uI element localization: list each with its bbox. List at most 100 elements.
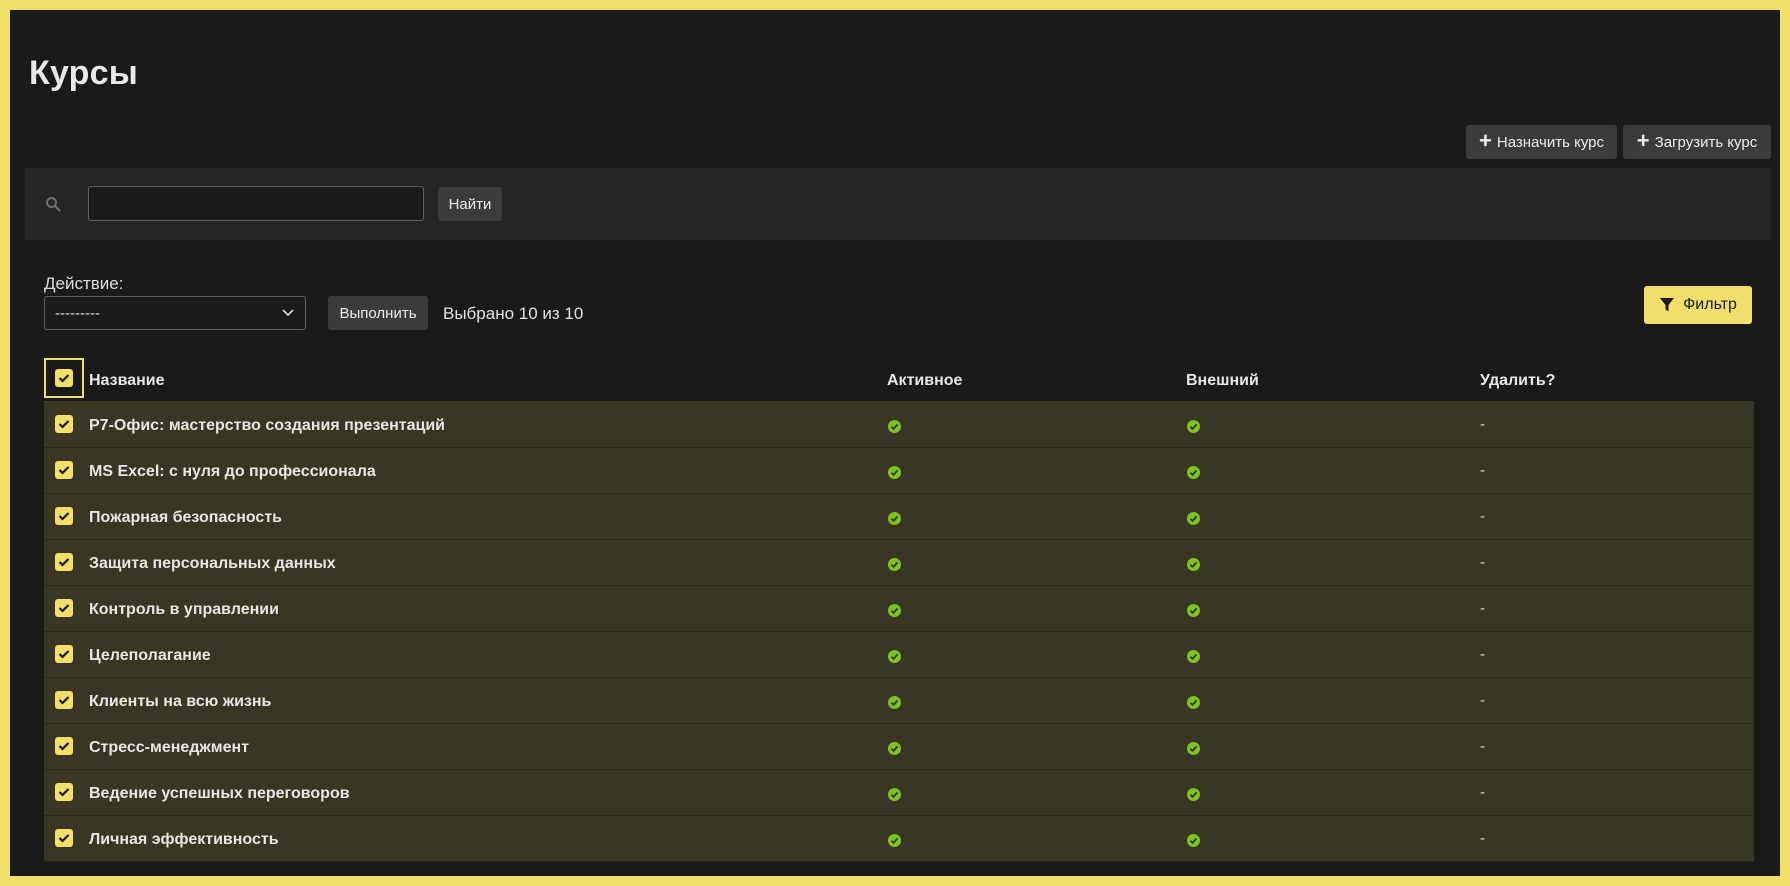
course-name-link[interactable]: MS Excel: с нуля до профессионала <box>89 463 376 481</box>
upload-course-button[interactable]: + Загрузить курс <box>1623 125 1771 159</box>
check-circle-icon <box>1187 558 1200 571</box>
course-name-link[interactable]: Р7-Офис: мастерство создания презентаций <box>89 417 445 435</box>
search-icon <box>46 197 61 212</box>
courses-table: Название Активное Внешний Удалить? Р7-Оф… <box>44 358 1754 862</box>
table-row[interactable]: Клиенты на всю жизнь - <box>44 678 1754 724</box>
select-all-checkbox-box <box>55 369 73 387</box>
course-name-link[interactable]: Пожарная безопасность <box>89 509 282 527</box>
action-select[interactable]: --------- <box>44 296 306 330</box>
check-circle-icon <box>1187 466 1200 479</box>
delete-cell: - <box>1480 830 1485 847</box>
search-button[interactable]: Найти <box>438 187 502 221</box>
check-icon <box>58 420 70 429</box>
check-circle-icon <box>1187 742 1200 755</box>
check-icon <box>58 466 70 475</box>
row-checkbox[interactable] <box>55 645 73 663</box>
selection-counter: Выбрано 10 из 10 <box>443 304 584 323</box>
row-checkbox[interactable] <box>55 691 73 709</box>
row-checkbox[interactable] <box>55 829 73 847</box>
check-circle-icon <box>1187 834 1200 847</box>
check-circle-icon <box>888 788 901 801</box>
table-row[interactable]: Целеполагание - <box>44 632 1754 678</box>
check-circle-icon <box>1187 604 1200 617</box>
check-icon <box>58 374 70 383</box>
check-circle-icon <box>888 696 901 709</box>
column-header-name[interactable]: Название <box>89 372 165 390</box>
table-row[interactable]: Контроль в управлении - <box>44 586 1754 632</box>
app-frame: Курсы + Назначить курс + Загрузить курс … <box>10 10 1780 876</box>
course-name-link[interactable]: Контроль в управлении <box>89 601 279 619</box>
upload-course-label: Загрузить курс <box>1654 133 1758 151</box>
column-header-external[interactable]: Внешний <box>1186 372 1259 390</box>
chevron-down-icon <box>282 309 294 317</box>
page-title: Курсы <box>29 54 138 92</box>
check-circle-icon <box>888 466 901 479</box>
check-icon <box>58 558 70 567</box>
run-action-button[interactable]: Выполнить <box>328 296 428 330</box>
assign-course-label: Назначить курс <box>1496 133 1604 151</box>
delete-cell: - <box>1480 508 1485 525</box>
delete-cell: - <box>1480 600 1485 617</box>
delete-cell: - <box>1480 462 1485 479</box>
check-circle-icon <box>888 512 901 525</box>
table-row[interactable]: Стресс-менеджмент - <box>44 724 1754 770</box>
table-header: Название Активное Внешний Удалить? <box>44 358 1754 402</box>
check-circle-icon <box>888 558 901 571</box>
filter-label: Фильтр <box>1683 296 1737 313</box>
table-row[interactable]: Ведение успешных переговоров - <box>44 770 1754 816</box>
filter-icon <box>1660 298 1675 312</box>
check-icon <box>58 788 70 797</box>
course-name-link[interactable]: Личная эффективность <box>89 831 279 849</box>
table-row[interactable]: MS Excel: с нуля до профессионала - <box>44 448 1754 494</box>
check-icon <box>58 742 70 751</box>
course-name-link[interactable]: Защита персональных данных <box>89 555 336 573</box>
plus-icon: + <box>1479 128 1492 153</box>
course-name-link[interactable]: Ведение успешных переговоров <box>89 785 350 803</box>
delete-cell: - <box>1480 738 1485 755</box>
row-checkbox[interactable] <box>55 415 73 433</box>
table-row[interactable]: Личная эффективность - <box>44 816 1754 862</box>
check-circle-icon <box>1187 650 1200 663</box>
row-checkbox[interactable] <box>55 737 73 755</box>
check-icon <box>58 512 70 521</box>
column-header-delete: Удалить? <box>1480 372 1556 389</box>
check-circle-icon <box>888 834 901 847</box>
filter-button[interactable]: Фильтр <box>1644 286 1752 324</box>
table-row[interactable]: Защита персональных данных - <box>44 540 1754 586</box>
plus-icon: + <box>1636 128 1650 153</box>
delete-cell: - <box>1480 416 1485 433</box>
check-circle-icon <box>888 742 901 755</box>
search-input[interactable] <box>88 186 424 221</box>
delete-cell: - <box>1480 646 1485 663</box>
delete-cell: - <box>1480 692 1485 709</box>
delete-cell: - <box>1480 784 1485 801</box>
action-select-value: --------- <box>55 304 100 322</box>
check-icon <box>58 834 70 843</box>
check-icon <box>58 604 70 613</box>
check-circle-icon <box>1187 512 1200 525</box>
column-header-active[interactable]: Активное <box>887 372 962 390</box>
assign-course-button[interactable]: + Назначить курс <box>1466 125 1617 159</box>
check-circle-icon <box>888 420 901 433</box>
check-circle-icon <box>888 650 901 663</box>
table-row[interactable]: Р7-Офис: мастерство создания презентаций… <box>44 402 1754 448</box>
check-circle-icon <box>1187 788 1200 801</box>
table-body: Р7-Офис: мастерство создания презентаций… <box>44 402 1754 862</box>
action-label: Действие: <box>44 274 124 293</box>
course-name-link[interactable]: Стресс-менеджмент <box>89 739 249 757</box>
row-checkbox[interactable] <box>55 507 73 525</box>
row-checkbox[interactable] <box>55 599 73 617</box>
check-circle-icon <box>1187 420 1200 433</box>
row-checkbox[interactable] <box>55 553 73 571</box>
check-circle-icon <box>1187 696 1200 709</box>
row-checkbox[interactable] <box>55 783 73 801</box>
check-icon <box>58 696 70 705</box>
check-icon <box>58 650 70 659</box>
course-name-link[interactable]: Целеполагание <box>89 647 211 665</box>
check-circle-icon <box>888 604 901 617</box>
row-checkbox[interactable] <box>55 461 73 479</box>
course-name-link[interactable]: Клиенты на всю жизнь <box>89 693 271 711</box>
search-bar: Найти <box>25 168 1771 240</box>
table-row[interactable]: Пожарная безопасность - <box>44 494 1754 540</box>
select-all-checkbox[interactable] <box>44 358 84 398</box>
